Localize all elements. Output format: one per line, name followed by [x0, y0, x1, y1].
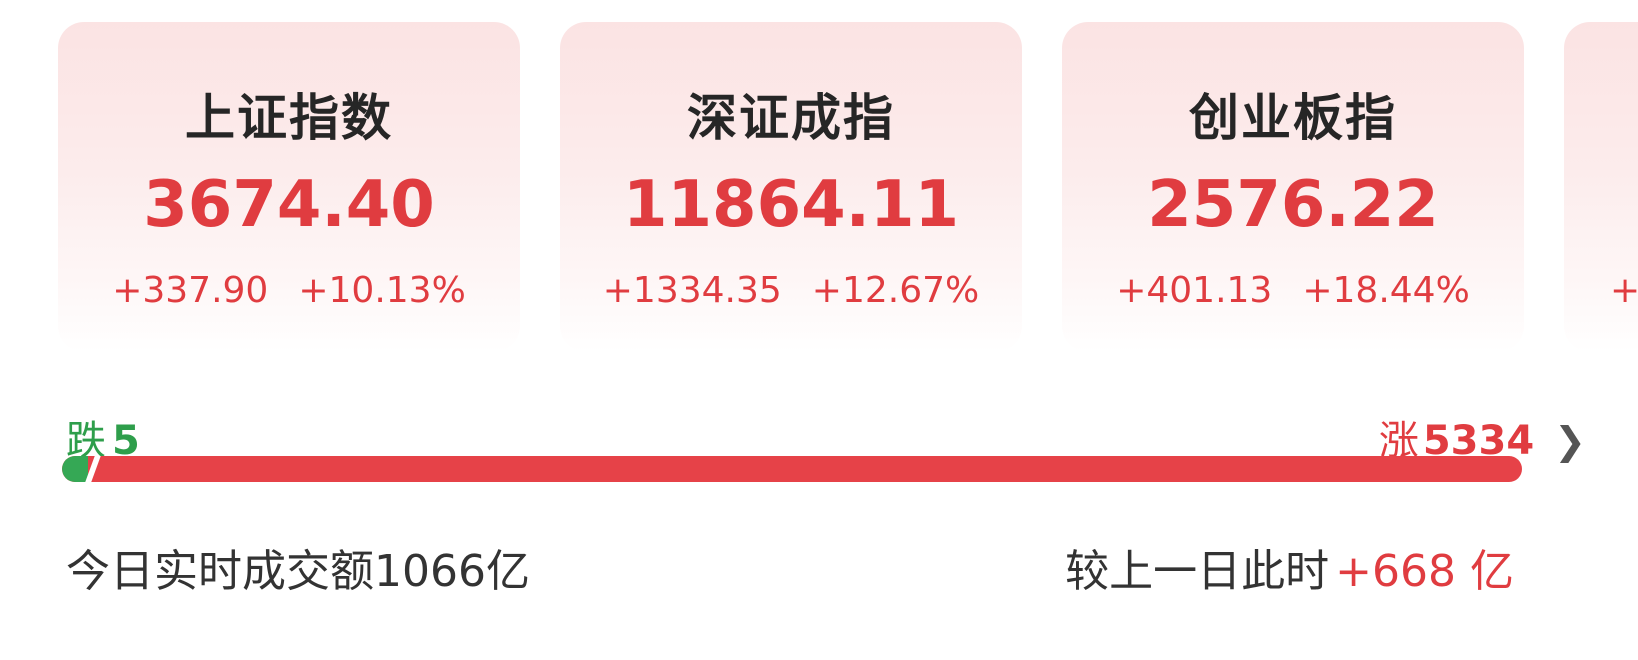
market-overview: 上证指数 3674.40 +337.90 +10.13% 深证成指 11864.1… [0, 0, 1638, 660]
index-name: 上证指数 [185, 89, 393, 147]
index-cards: 上证指数 3674.40 +337.90 +10.13% 深证成指 11864.1… [58, 22, 1638, 352]
index-change: +337.90 [112, 270, 269, 311]
breadth-ratio-bar [62, 456, 1522, 482]
index-change-row: + [1610, 270, 1638, 311]
index-change: +401.13 [1116, 270, 1273, 311]
turnover-amount: 1066亿 [374, 546, 530, 597]
index-value: 3674.40 [143, 168, 435, 242]
turnover-today: 今日实时成交额1066亿 [66, 535, 530, 599]
market-breadth[interactable]: 跌5 涨 5334 ❯ [66, 400, 1586, 464]
index-name: 深证成指 [687, 89, 895, 147]
index-card-szse[interactable]: 深证成指 11864.11 +1334.35 +12.67% [560, 22, 1022, 352]
index-card-partial[interactable]: + [1564, 22, 1638, 352]
index-card-chinext[interactable]: 创业板指 2576.22 +401.13 +18.44% [1062, 22, 1524, 352]
index-change-row: +1334.35 +12.67% [560, 270, 1022, 311]
index-value: 11864.11 [622, 168, 960, 242]
index-card-sse[interactable]: 上证指数 3674.40 +337.90 +10.13% [58, 22, 520, 352]
index-name: 创业板指 [1189, 89, 1397, 147]
turnover-compare: 较上一日此时 +668 亿 [1065, 535, 1514, 599]
turnover-label: 今日实时成交额 [66, 546, 374, 597]
index-change-pct: +12.67% [811, 270, 980, 311]
turnover-row: 今日实时成交额1066亿 较上一日此时 +668 亿 [66, 535, 1514, 597]
index-change-pct: +10.13% [298, 270, 466, 311]
turnover-compare-delta: +668 亿 [1335, 546, 1514, 597]
index-change: +1334.35 [602, 270, 782, 311]
turnover-compare-label: 较上一日此时 [1065, 546, 1330, 597]
chevron-right-icon[interactable]: ❯ [1554, 419, 1586, 463]
index-change-row: +337.90 +10.13% [58, 270, 520, 311]
ratio-bar-decliners [62, 456, 88, 482]
index-change-row: +401.13 +18.44% [1062, 270, 1524, 311]
index-change: + [1610, 270, 1638, 311]
index-value: 2576.22 [1147, 168, 1439, 242]
index-change-pct: +18.44% [1302, 270, 1470, 311]
